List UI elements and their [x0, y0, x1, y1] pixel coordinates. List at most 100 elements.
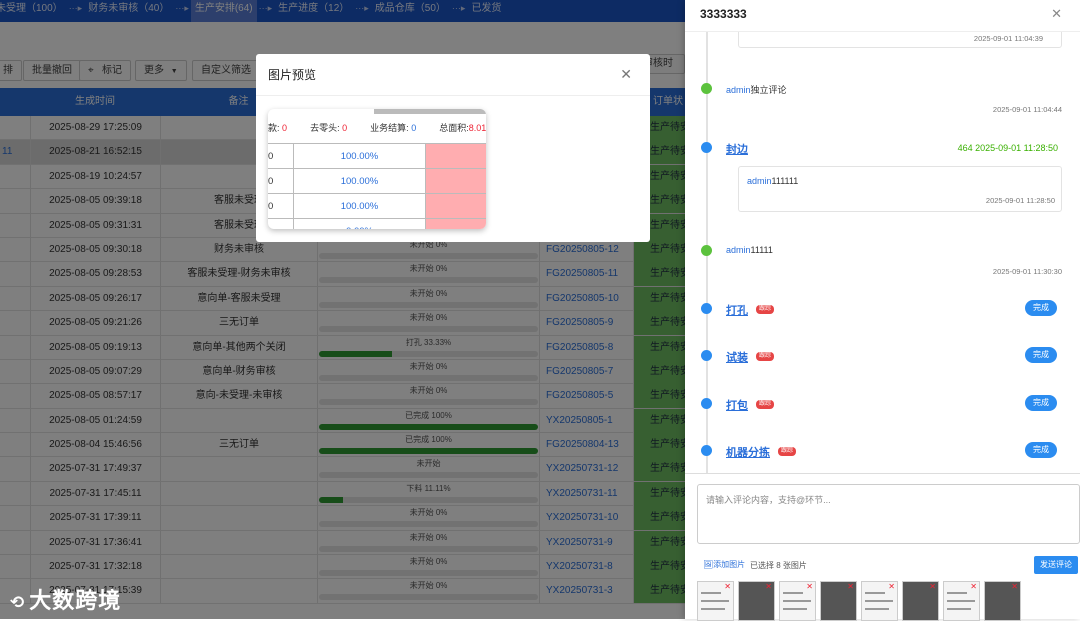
- thumb-line: [947, 600, 975, 602]
- comment-text: 11111: [750, 245, 773, 255]
- preview-table-row: 0 100.00%: [268, 193, 486, 219]
- complete-button[interactable]: 完成: [1025, 347, 1057, 363]
- preview-cell: 0: [268, 194, 294, 219]
- preview-percent: 100.00%: [294, 169, 426, 194]
- drawer-header: 3333333 ✕: [685, 0, 1080, 32]
- remove-icon[interactable]: ✕: [847, 582, 854, 591]
- preview-table-row: 0 100.00%: [268, 168, 486, 194]
- remove-icon[interactable]: ✕: [1011, 582, 1018, 591]
- comment-user[interactable]: admin: [747, 176, 772, 186]
- remove-icon[interactable]: ✕: [806, 582, 813, 591]
- send-comment-button[interactable]: 发送评论: [1034, 556, 1078, 574]
- comment-user[interactable]: admin: [726, 85, 751, 95]
- comment-time: 2025-09-01 11:04:39: [973, 34, 1043, 43]
- timeline: 2025-09-01 11:04:39 admin独立评论 2025-09-01…: [685, 32, 1080, 474]
- thumb-line: [701, 608, 725, 610]
- comment-text: 111111: [771, 176, 799, 186]
- thumb-line: [865, 592, 885, 594]
- stat-label: 去零头:: [310, 123, 340, 133]
- comment-user[interactable]: admin: [726, 245, 751, 255]
- thumb-line: [783, 592, 803, 594]
- stat-label: 业务结算:: [370, 123, 409, 133]
- preview-table-row: 0.00%: [268, 218, 486, 229]
- image-thumbnail[interactable]: ✕: [697, 581, 734, 621]
- preview-cell: 0: [268, 169, 294, 194]
- preview-percent: 100.00%: [294, 194, 426, 219]
- remove-icon[interactable]: ✕: [929, 582, 936, 591]
- complete-button[interactable]: 完成: [1025, 300, 1057, 316]
- step-label[interactable]: 试装: [726, 349, 748, 365]
- thumb-line: [783, 600, 811, 602]
- track-badge[interactable]: 跟踪: [756, 400, 775, 409]
- comment-input[interactable]: 请输入评论内容，支持@环节...: [697, 484, 1080, 544]
- image-icon: 🖼: [703, 560, 714, 569]
- image-thumbnail[interactable]: ✕: [943, 581, 980, 621]
- comment-box: admin111111 2025-09-01 11:28:50: [738, 166, 1062, 212]
- step-label[interactable]: 打包: [726, 397, 748, 413]
- close-icon[interactable]: ✕: [620, 66, 632, 83]
- image-thumbnail[interactable]: ✕: [984, 581, 1021, 621]
- timeline-dot: [701, 245, 712, 256]
- image-thumbnails: ✕ ✕ ✕ ✕ ✕ ✕ ✕ ✕: [697, 581, 1027, 621]
- comment-time: 2025-09-01 11:28:50: [985, 196, 1055, 205]
- step-edge-banding[interactable]: 封边: [726, 141, 748, 157]
- comment-drawer: 3333333 ✕ 2025-09-01 11:04:39 admin独立评论 …: [685, 0, 1080, 621]
- track-badge[interactable]: 跟踪: [778, 447, 797, 456]
- drawer-title: 3333333: [700, 7, 747, 21]
- image-thumbnail[interactable]: ✕: [902, 581, 939, 621]
- add-image-label: 添加图片: [713, 560, 746, 569]
- preview-highlight-cell: [426, 144, 486, 169]
- preview-percent: 100.00%: [294, 144, 426, 169]
- preview-percent: 0.00%: [294, 219, 426, 229]
- preview-image: 款: 0 去零头: 0 业务结算: 0 总面积:8.01 0 100.00% 0 10…: [268, 109, 486, 229]
- thumb-line: [947, 592, 967, 594]
- thumb-line: [701, 600, 729, 602]
- selected-count: 已选择 8 张图片: [750, 561, 807, 570]
- preview-cell: 0: [268, 144, 294, 169]
- image-thumbnail[interactable]: ✕: [738, 581, 775, 621]
- stat-value: 0: [282, 123, 288, 133]
- comment-content: admin111111: [747, 176, 798, 186]
- image-preview-dialog: 图片预览 ✕ 款: 0 去零头: 0 业务结算: 0 总面积:8.01 0 100…: [256, 54, 650, 242]
- timeline-dot: [701, 445, 712, 456]
- timeline-dot: [701, 303, 712, 314]
- thumb-line: [947, 608, 971, 610]
- add-image-button[interactable]: 🖼添加图片: [703, 559, 745, 570]
- preview-table-row: 0 100.00%: [268, 143, 486, 169]
- step-meta: 464 2025-09-01 11:28:50: [957, 143, 1058, 153]
- preview-highlight-cell: [426, 219, 486, 229]
- preview-highlight-cell: [426, 194, 486, 219]
- thumb-line: [701, 592, 721, 594]
- complete-button[interactable]: 完成: [1025, 442, 1057, 458]
- comment-box: 2025-09-01 11:04:39: [738, 32, 1062, 48]
- watermark-text: 大数跨境: [29, 588, 122, 613]
- dialog-title: 图片预览: [256, 54, 650, 96]
- track-badge[interactable]: 跟踪: [756, 305, 775, 314]
- image-thumbnail[interactable]: ✕: [779, 581, 816, 621]
- comment-time: 2025-09-01 11:04:44: [992, 105, 1062, 114]
- step-label[interactable]: 打孔: [726, 302, 748, 318]
- thumb-line: [865, 600, 893, 602]
- complete-button[interactable]: 完成: [1025, 395, 1057, 411]
- comment-composer: 请输入评论内容，支持@环节... 🖼添加图片 已选择 8 张图片 发送评论 ✕ ✕…: [685, 474, 1080, 621]
- remove-icon[interactable]: ✕: [888, 582, 895, 591]
- stat-label: 总面积:: [439, 123, 469, 133]
- thumb-line: [783, 608, 807, 610]
- comment-text: 独立评论: [750, 85, 787, 95]
- timeline-comment: admin独立评论: [726, 83, 787, 96]
- remove-icon[interactable]: ✕: [724, 582, 731, 591]
- watermark: ⟲ 大数跨境: [10, 583, 121, 615]
- thumb-line: [865, 608, 889, 610]
- preview-cell: [268, 219, 294, 229]
- timeline-dot: [701, 142, 712, 153]
- stat-value: 8.01: [468, 123, 486, 133]
- remove-icon[interactable]: ✕: [970, 582, 977, 591]
- step-label[interactable]: 机器分拣: [726, 444, 770, 460]
- image-thumbnail[interactable]: ✕: [820, 581, 857, 621]
- track-badge[interactable]: 跟踪: [756, 352, 775, 361]
- remove-icon[interactable]: ✕: [765, 582, 772, 591]
- image-thumbnail[interactable]: ✕: [861, 581, 898, 621]
- close-icon[interactable]: ✕: [1051, 6, 1062, 22]
- preview-highlight-cell: [426, 169, 486, 194]
- timeline-dot: [701, 398, 712, 409]
